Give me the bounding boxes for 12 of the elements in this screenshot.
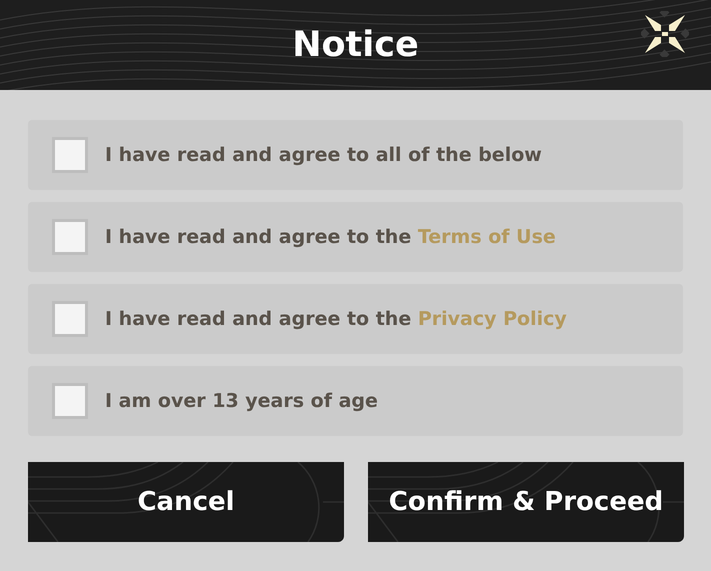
agreement-text: I have read and agree to the Terms of Use (105, 224, 556, 250)
checkbox[interactable] (52, 301, 88, 337)
close-button[interactable] (641, 11, 689, 57)
checkbox[interactable] (52, 137, 88, 173)
cancel-button[interactable]: Cancel (28, 462, 344, 542)
dialog-title: Notice (292, 28, 419, 62)
checkbox[interactable] (52, 383, 88, 419)
agreement-text: I am over 13 years of age (105, 388, 378, 414)
agreement-text: I have read and agree to the Privacy Policy (105, 306, 567, 332)
confirm-button[interactable]: Confirm & Proceed (368, 462, 684, 542)
checkbox[interactable] (52, 219, 88, 255)
agreement-text: I have read and agree to all of the below (105, 142, 542, 168)
